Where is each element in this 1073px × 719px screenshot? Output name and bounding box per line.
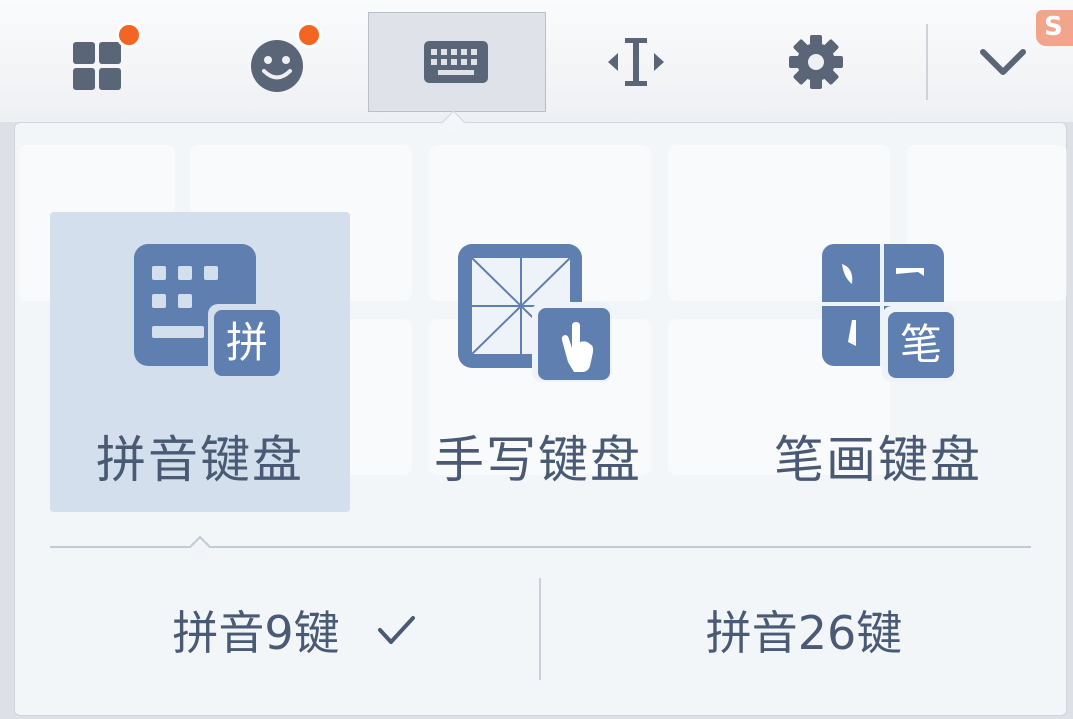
stroke-keyboard-icon: 笔 bbox=[798, 242, 958, 382]
emoji-button[interactable] bbox=[190, 12, 368, 112]
notification-badge bbox=[116, 22, 142, 48]
sub-option-label: 拼音9键 bbox=[172, 606, 340, 660]
brand-logo: S bbox=[1036, 10, 1073, 46]
apps-button[interactable] bbox=[10, 12, 188, 112]
pinyin-keyboard-icon: 拼 bbox=[120, 242, 280, 382]
handwriting-keyboard-icon bbox=[458, 242, 618, 382]
sub-option-label: 拼音26键 bbox=[705, 606, 903, 660]
settings-button[interactable] bbox=[727, 12, 905, 112]
pinyin-26key-option[interactable]: 拼音26键 bbox=[541, 578, 1067, 682]
checkmark-icon bbox=[377, 616, 415, 644]
cursor-button[interactable] bbox=[547, 12, 725, 112]
chevron-down-icon bbox=[980, 49, 1026, 75]
option-label: 手写键盘 bbox=[434, 431, 642, 489]
option-label: 笔画键盘 bbox=[774, 431, 982, 489]
option-label: 拼音键盘 bbox=[96, 431, 304, 489]
handwriting-keyboard-option[interactable]: 手写键盘 bbox=[388, 212, 688, 512]
stroke-keyboard-option[interactable]: 笔 笔画键盘 bbox=[728, 212, 1028, 512]
gear-icon bbox=[789, 35, 843, 89]
pinyin-badge-char: 拼 bbox=[225, 318, 268, 367]
pinyin-9key-option[interactable]: 拼音9键 bbox=[50, 578, 538, 682]
ime-toolbar: S bbox=[0, 0, 1073, 122]
pinyin-keyboard-option[interactable]: 拼 拼音键盘 bbox=[50, 212, 350, 512]
notification-badge bbox=[296, 22, 322, 48]
keyboard-icon bbox=[424, 41, 488, 83]
stroke-badge-char: 笔 bbox=[899, 320, 942, 369]
keyboard-switch-button[interactable] bbox=[368, 12, 546, 112]
cursor-move-icon bbox=[608, 38, 664, 86]
